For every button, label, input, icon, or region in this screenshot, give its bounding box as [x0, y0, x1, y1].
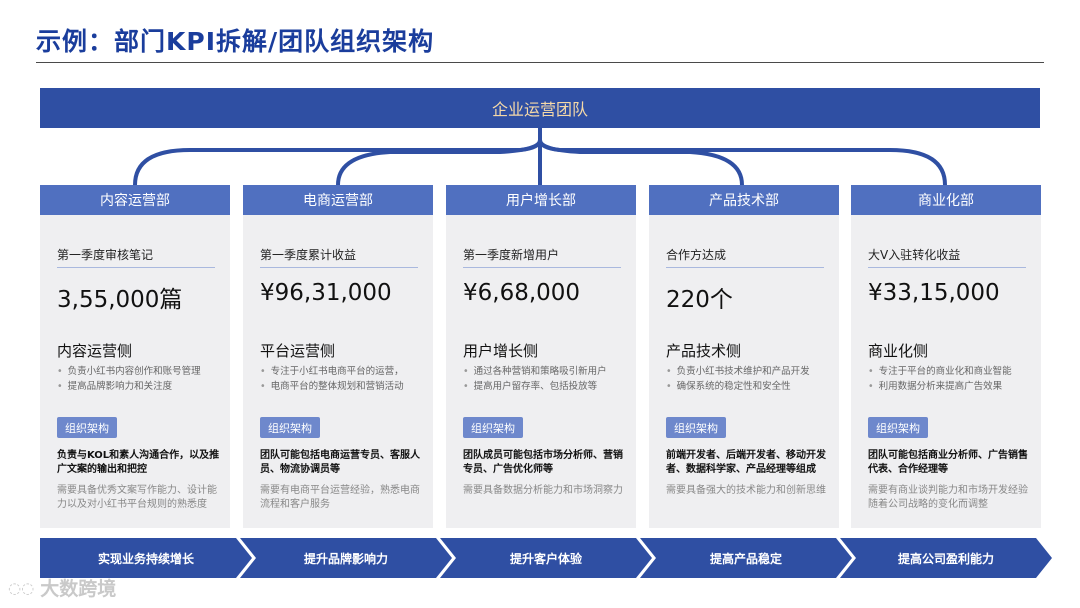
team-description: 前端开发者、后端开发者、移动开发者、数据科学家、产品经理等组成 — [666, 450, 826, 475]
org-structure-tag: 组织架构 — [463, 417, 523, 438]
goal-label: 实现业务持续增长 — [97, 551, 194, 566]
org-structure-tag: 组织架构 — [260, 417, 320, 438]
goal-label: 提高产品稳定 — [709, 551, 782, 566]
dept-card-commercial: 商业化部 大V入驻转化收益 ¥33,15,000 商业化侧 专注于平台的商业化和… — [851, 185, 1041, 528]
side-title: 产品技术侧 — [666, 342, 742, 360]
watermark: ◌◌ 大数跨境 — [8, 574, 116, 601]
dept-card-tech: 产品技术部 合作方达成 220个 产品技术侧 负责小红书技术维护和产品开发 确保… — [649, 185, 839, 528]
goal-chevron: 提升品牌影响力 — [240, 538, 452, 578]
connector-right-inner — [538, 138, 744, 187]
team-description: 负责与KOL和素人沟通合作，以及推广文案的输出和把控 — [57, 450, 220, 475]
metric-value: ¥96,31,000 — [260, 280, 392, 306]
side-title: 平台运营侧 — [260, 342, 336, 360]
metric-divider — [868, 267, 1026, 268]
goal-chevron: 提高公司盈利能力 — [840, 538, 1052, 578]
bullet-list: 负责小红书技术维护和产品开发 确保系统的稳定性和安全性 — [666, 364, 836, 394]
watermark-logo-icon: ◌◌ — [8, 578, 35, 597]
dept-header: 用户增长部 — [446, 185, 636, 215]
side-title: 内容运营侧 — [57, 342, 133, 360]
metric-value: ¥6,68,000 — [463, 280, 581, 306]
team-description: 团队可能包括商业分析师、广告销售代表、合作经理等 — [868, 450, 1028, 475]
bullet-item: 利用数据分析来提高广告效果 — [868, 379, 1038, 394]
metric-label: 第一季度审核笔记 — [57, 248, 154, 262]
goal-chevron: 实现业务持续增长 — [40, 538, 252, 578]
metric-label: 大V入驻转化收益 — [868, 248, 961, 262]
dept-header: 商业化部 — [851, 185, 1041, 215]
metric-label: 第一季度新增用户 — [463, 248, 560, 262]
org-structure-tag: 组织架构 — [666, 417, 726, 438]
metric-divider — [463, 267, 621, 268]
bullet-item: 提高品牌影响力和关注度 — [57, 379, 227, 394]
metric-divider — [57, 267, 215, 268]
bullet-list: 专注于小红书电商平台的运营， 电商平台的整体规划和营销活动 — [260, 364, 430, 394]
goal-chevron: 提高产品稳定 — [640, 538, 852, 578]
watermark-text: 大数跨境 — [40, 578, 117, 600]
team-description: 团队可能包括电商运营专员、客服人员、物流协调员等 — [260, 450, 420, 475]
dept-header: 内容运营部 — [40, 185, 230, 215]
bullet-item: 负责小红书内容创作和账号管理 — [57, 364, 227, 379]
metric-value: 3,55,000篇 — [57, 287, 183, 313]
requirement-note: 需要有电商平台运营经验，熟悉电商流程和客户服务 — [260, 485, 420, 510]
requirement-note: 需要具备强大的技术能力和创新思维 — [666, 485, 826, 496]
org-structure-tag: 组织架构 — [57, 417, 117, 438]
bullet-item: 专注于小红书电商平台的运营， — [260, 364, 430, 379]
bullet-list: 通过各种营销和策略吸引新用户 提高用户留存率、包括投放等 — [463, 364, 633, 394]
requirement-note: 需要具备优秀文案写作能力、设计能力以及对小红书平台规则的熟悉度 — [57, 485, 217, 510]
metric-label: 第一季度累计收益 — [260, 248, 357, 262]
dept-header: 产品技术部 — [649, 185, 839, 215]
goal-label: 提升品牌影响力 — [303, 551, 388, 566]
bullet-item: 专注于平台的商业化和商业智能 — [868, 364, 1038, 379]
goal-chevron: 提升客户体验 — [440, 538, 652, 578]
bullet-list: 专注于平台的商业化和商业智能 利用数据分析来提高广告效果 — [868, 364, 1038, 394]
bullet-item: 通过各种营销和策略吸引新用户 — [463, 364, 633, 379]
dept-card-ecommerce: 电商运营部 第一季度累计收益 ¥96,31,000 平台运营侧 专注于小红书电商… — [243, 185, 433, 528]
bullet-item: 电商平台的整体规划和营销活动 — [260, 379, 430, 394]
side-title: 用户增长侧 — [463, 342, 539, 360]
metric-value: 220个 — [666, 287, 733, 313]
dept-header: 电商运营部 — [243, 185, 433, 215]
bullet-item: 负责小红书技术维护和产品开发 — [666, 364, 836, 379]
metric-divider — [666, 267, 824, 268]
team-description: 团队成员可能包括市场分析师、营销专员、广告优化师等 — [463, 450, 623, 475]
bullet-item: 提高用户留存率、包括投放等 — [463, 379, 633, 394]
metric-value: ¥33,15,000 — [868, 280, 1000, 306]
dept-card-growth: 用户增长部 第一季度新增用户 ¥6,68,000 用户增长侧 通过各种营销和策略… — [446, 185, 636, 528]
connector-left-inner — [336, 138, 542, 187]
dept-card-content: 内容运营部 第一季度审核笔记 3,55,000篇 内容运营侧 负责小红书内容创作… — [40, 185, 230, 528]
metric-label: 合作方达成 — [666, 248, 727, 262]
bullet-item: 确保系统的稳定性和安全性 — [666, 379, 836, 394]
org-structure-tag: 组织架构 — [868, 417, 928, 438]
bullet-list: 负责小红书内容创作和账号管理 提高品牌影响力和关注度 — [57, 364, 227, 394]
requirement-note: 需要有商业谈判能力和市场开发经验随着公司战略的变化而调整 — [868, 485, 1028, 510]
metric-divider — [260, 267, 418, 268]
requirement-note: 需要具备数据分析能力和市场洞察力 — [463, 485, 623, 496]
side-title: 商业化侧 — [868, 342, 929, 360]
goal-label: 提升客户体验 — [509, 551, 582, 566]
goal-label: 提高公司盈利能力 — [897, 551, 994, 566]
goal-chevron-row: 实现业务持续增长 提升品牌影响力 提升客户体验 提高产品稳定 提高公司盈利能力 — [40, 538, 1052, 578]
